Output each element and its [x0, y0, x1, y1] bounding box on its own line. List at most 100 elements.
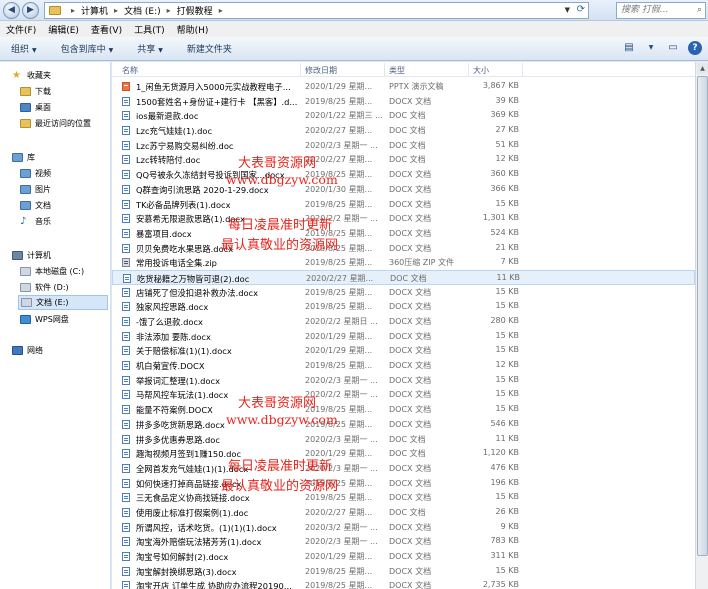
- include-in-library-button[interactable]: 包含到库中 ▼: [54, 42, 121, 55]
- file-row[interactable]: 暴富项目.docx 2019/8/25 星期... DOCX 文档 524 KB: [112, 226, 695, 241]
- file-size: 2,735 KB: [482, 580, 519, 589]
- file-row[interactable]: 拼多多优惠券思路.doc 2020/2/3 星期一 ... DOC 文档 11 KB: [112, 432, 695, 447]
- search-icon[interactable]: ⌕: [697, 3, 702, 18]
- menu-tools[interactable]: 工具(T): [128, 23, 171, 36]
- nav-drive-c[interactable]: 本地磁盘 (C:): [20, 264, 84, 278]
- nav-music[interactable]: ♪ 音乐: [20, 214, 51, 228]
- scroll-thumb[interactable]: [697, 76, 708, 556]
- file-date: 2019/8/25 星期...: [305, 243, 373, 253]
- help-icon[interactable]: ?: [688, 41, 702, 55]
- nav-recent[interactable]: 最近访问的位置: [20, 116, 91, 130]
- file-row[interactable]: 淘宝号如何解封(2).docx 2020/1/29 星期... DOCX 文档 311…: [112, 549, 695, 564]
- file-row[interactable]: 贝贝免费吃水果思路.docx 2019/8/25 星期... DOCX 文档 21 K…: [112, 241, 695, 256]
- file-type: DOCX 文档: [389, 463, 432, 473]
- nav-computer[interactable]: 计算机: [12, 248, 51, 262]
- nav-documents[interactable]: 文档: [20, 198, 51, 212]
- new-folder-button[interactable]: 新建文件夹: [180, 42, 239, 55]
- column-type[interactable]: 类型: [389, 65, 405, 76]
- word-document-icon: [122, 243, 130, 253]
- file-row[interactable]: 非法添加 要陈.docx 2020/1/29 星期... DOCX 文档 15 KB: [112, 329, 695, 344]
- file-row[interactable]: QQ号被永久冻结封号投诉到国家...docx 2019/8/25 星期... DOC…: [112, 167, 695, 182]
- file-row[interactable]: Lzc苏宁易购交易纠纷.doc 2020/2/3 星期一 ... DOC 文档 51 …: [112, 138, 695, 153]
- column-name[interactable]: 名称: [122, 65, 138, 76]
- menu-view[interactable]: 查看(V): [85, 23, 128, 36]
- organize-button[interactable]: 组织 ▼: [4, 42, 44, 55]
- file-type: DOCX 文档: [389, 96, 432, 106]
- file-row[interactable]: 淘宝海外赔偿玩法猪芳芳(1).docx 2020/2/3 星期一 ... DOCX …: [112, 534, 695, 549]
- nav-videos[interactable]: 视频: [20, 166, 51, 180]
- file-name: 关于赔偿标准(1)(1).docx: [136, 346, 232, 357]
- address-dropdown-icon[interactable]: ▼: [565, 6, 570, 14]
- file-row[interactable]: 举报词汇整理(1).docx 2020/2/3 星期一 ... DOCX 文档 15 …: [112, 373, 695, 388]
- file-size: 15 KB: [495, 198, 519, 208]
- refresh-icon[interactable]: ⟳: [577, 4, 585, 15]
- nav-wps[interactable]: WPS网盘: [20, 312, 69, 326]
- file-name: QQ号被永久冻结封号投诉到国家...docx: [136, 170, 285, 181]
- scroll-up-icon[interactable]: ▲: [697, 63, 708, 74]
- nav-pictures[interactable]: 图片: [20, 182, 51, 196]
- address-field[interactable]: ▸ 计算机 ▸ 文档 (E:) ▸ 打假教程 ▸ ▼ ⟳: [44, 2, 589, 19]
- file-type: DOC 文档: [390, 273, 427, 283]
- file-row[interactable]: 如何快速打掉商品链接.docx 2019/8/25 星期... DOCX 文档 196…: [112, 476, 695, 491]
- file-name: 趣淘视频月签到1赚150.doc: [136, 449, 242, 460]
- file-row[interactable]: 淘宝解封换绑思路(3).docx 2019/8/25 星期... DOCX 文档 15…: [112, 564, 695, 579]
- file-row[interactable]: ios最新退款.doc 2020/1/22 星期三 ... DOC 文档 369 KB: [112, 108, 695, 123]
- file-row[interactable]: 使用废止标准打假案例(1).doc 2020/2/27 星期... DOC 文档 26…: [112, 505, 695, 520]
- file-row[interactable]: 淘宝开店 订单生成 协助应办流程20190... 2019/8/25 星期... D…: [112, 578, 695, 589]
- file-row[interactable]: 马帮风控车玩法(1).docx 2020/2/2 星期一 ... DOCX 文档 15…: [112, 387, 695, 402]
- file-row[interactable]: -饿了么退款.docx 2020/2/2 星期日 ... DOCX 文档 280 KB: [112, 314, 695, 329]
- breadcrumb-computer[interactable]: 计算机: [81, 4, 108, 17]
- file-row[interactable]: 1_闲鱼无货源月入5000元实战教程电子... 2020/1/29 星期... PP…: [112, 79, 695, 94]
- file-row[interactable]: Q群查询引流思路 2020-1-29.docx 2020/1/30 星期... DO…: [112, 182, 695, 197]
- file-row[interactable]: 三无食品定义协商找链接.docx 2019/8/25 星期... DOCX 文档 15…: [112, 490, 695, 505]
- share-button[interactable]: 共享 ▼: [130, 42, 170, 55]
- view-options-icon[interactable]: ▤: [622, 41, 636, 55]
- breadcrumb-drive-e[interactable]: 文档 (E:): [124, 4, 161, 17]
- word-document-icon: [122, 361, 130, 371]
- menu-help[interactable]: 帮助(H): [171, 23, 215, 36]
- word-document-icon: [122, 96, 130, 106]
- file-row[interactable]: 机白菊宣传.DOCX 2019/8/25 星期... DOCX 文档 12 KB: [112, 358, 695, 373]
- nav-favorites[interactable]: ★ 收藏夹: [12, 68, 51, 82]
- nav-network[interactable]: 网络: [12, 343, 43, 357]
- file-size: 366 KB: [490, 183, 519, 193]
- file-type: DOCX 文档: [389, 287, 432, 297]
- file-row[interactable]: TK必备品牌列表(1).docx 2019/8/25 星期... DOCX 文档 15…: [112, 197, 695, 212]
- file-date: 2020/2/3 星期一 ...: [305, 375, 378, 385]
- file-type: DOCX 文档: [389, 390, 432, 400]
- file-row[interactable]: 拼多多吃货新思路.docx 2019/8/25 星期... DOCX 文档 546 K…: [112, 417, 695, 432]
- file-row[interactable]: 独家风控思路.docx 2019/8/25 星期... DOCX 文档 15 KB: [112, 299, 695, 314]
- file-name: TK必备品牌列表(1).docx: [136, 199, 231, 210]
- column-date[interactable]: 修改日期: [305, 65, 337, 76]
- vertical-scrollbar[interactable]: ▲: [695, 62, 708, 589]
- file-row[interactable]: 常用投诉电话全集.zip 2019/8/25 星期... 360压缩 ZIP 文件 7…: [112, 255, 695, 270]
- forward-button[interactable]: ▶: [22, 2, 39, 19]
- file-name: 拼多多优惠券思路.doc: [136, 434, 220, 445]
- preview-pane-icon[interactable]: ▭: [666, 41, 680, 55]
- menu-edit[interactable]: 编辑(E): [42, 23, 85, 36]
- nav-downloads[interactable]: 下载: [20, 84, 51, 98]
- nav-drive-e[interactable]: 文档 (E:): [18, 295, 108, 310]
- file-row[interactable]: 店铺死了但没扣退补救办法.docx 2019/8/25 星期... DOCX 文档 1…: [112, 285, 695, 300]
- file-row[interactable]: Lzc转转陪付.doc 2020/2/27 星期... DOC 文档 12 KB: [112, 152, 695, 167]
- view-dropdown-icon[interactable]: ▼: [644, 41, 658, 55]
- column-size[interactable]: 大小: [473, 65, 489, 76]
- chevron-down-icon: ▼: [108, 47, 114, 54]
- file-row[interactable]: 吃货秘籍之万物皆可退(2).doc 2020/2/27 星期... DOC 文档 11…: [112, 269, 695, 285]
- file-row[interactable]: Lzc充气娃娃(1).doc 2020/2/27 星期... DOC 文档 27 KB: [112, 123, 695, 138]
- nav-desktop[interactable]: 桌面: [20, 100, 51, 114]
- file-row[interactable]: 1500套姓名+身份证+建行卡 【黑客】.d... 2019/8/25 星期...…: [112, 94, 695, 109]
- file-row[interactable]: 趣淘视频月签到1赚150.doc 2020/1/29 星期... DOC 文档 1,1…: [112, 446, 695, 461]
- file-date: 2020/2/2 星期日 ...: [305, 317, 378, 326]
- file-row[interactable]: 所谓风控，话术吃货。(1)(1)(1).docx 2020/3/2 星期一 ...…: [112, 520, 695, 535]
- file-row[interactable]: 关于赔偿标准(1)(1).docx 2020/1/29 星期... DOCX 文档 1…: [112, 343, 695, 358]
- file-row[interactable]: 能量不符案例.DOCX 2019/8/25 星期... DOCX 文档 15 KB: [112, 402, 695, 417]
- nav-libraries[interactable]: 库: [12, 150, 35, 164]
- nav-drive-d[interactable]: 软件 (D:): [20, 280, 69, 294]
- menu-file[interactable]: 文件(F): [0, 23, 42, 36]
- file-row[interactable]: 安慕希无限退款思路(1).docx 2020/2/2 星期一 ... DOCX 文档…: [112, 211, 695, 226]
- breadcrumb-folder[interactable]: 打假教程: [177, 4, 213, 17]
- back-button[interactable]: ◀: [3, 2, 20, 19]
- file-row[interactable]: 全网首发充气娃娃(1)(1).docx 2020/2/3 星期一 ... DOCX …: [112, 461, 695, 476]
- search-input[interactable]: 搜索 打假... ⌕: [616, 2, 706, 19]
